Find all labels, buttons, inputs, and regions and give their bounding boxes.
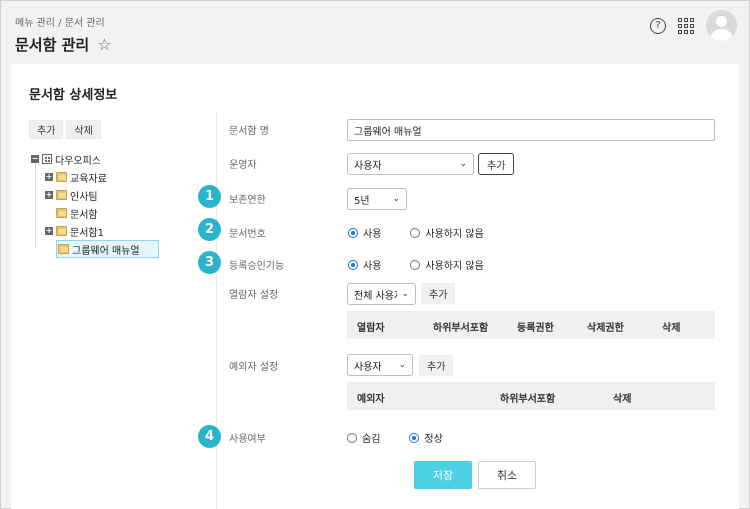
tree-node-label: 그룹웨어 매뉴얼 xyxy=(72,245,140,257)
tree-node-label: 문서함 xyxy=(70,209,98,221)
radio-checked-icon xyxy=(409,432,420,443)
column-header: 예외자 xyxy=(357,394,385,405)
star-icon[interactable]: ☆ xyxy=(97,36,111,53)
radio-label: 정상 xyxy=(424,434,443,445)
step-badge-4: 4 xyxy=(198,425,221,448)
folder-icon xyxy=(56,208,67,218)
panel-divider xyxy=(216,112,217,509)
cancel-button[interactable]: 취소 xyxy=(478,461,536,489)
operator-select[interactable]: 사용자 ⌄ xyxy=(347,153,474,175)
tree-node-docbox[interactable]: 문서함 xyxy=(56,204,98,222)
chevron-down-icon: ⌄ xyxy=(398,360,406,370)
tree-node-root[interactable]: − 다우오피스 xyxy=(31,150,101,168)
doc-number-label: 문서번호 xyxy=(229,229,266,240)
retention-select-value: 5년 xyxy=(354,195,370,207)
chevron-down-icon: ⌄ xyxy=(459,159,467,169)
usage-hidden-radio[interactable]: 숨김 xyxy=(347,430,380,445)
column-header: 하위부서포함 xyxy=(433,323,489,334)
radio-unchecked-icon xyxy=(347,432,357,443)
tree-node-docbox1[interactable]: + 문서함1 xyxy=(45,222,104,240)
save-button[interactable]: 저장 xyxy=(414,461,472,489)
organization-icon xyxy=(42,154,52,164)
radio-label: 사용 xyxy=(363,261,382,272)
viewer-select-value: 전체 사용자 xyxy=(354,290,397,302)
expand-icon[interactable]: + xyxy=(45,191,53,199)
radio-label: 사용하지 않음 xyxy=(425,261,484,272)
tree-node-label: 인사팀 xyxy=(70,191,98,203)
detail-panel: 문서함 상세정보 추가 삭제 − 다우오피스 + 교육자료 + 인사팀 문서함 … xyxy=(11,64,739,509)
column-header: 삭제 xyxy=(613,394,632,405)
folder-icon xyxy=(56,172,67,182)
column-header: 삭제권한 xyxy=(587,323,624,334)
tree-node-label: 문서함1 xyxy=(70,227,104,239)
page-title-text: 문서함 관리 xyxy=(15,36,90,54)
chevron-down-icon: ⌄ xyxy=(392,194,400,204)
retention-label: 보존연한 xyxy=(229,195,266,206)
expand-icon[interactable]: + xyxy=(45,227,53,235)
step-badge-3: 3 xyxy=(198,251,221,274)
exception-table-header: 예외자 하위부서포함 삭제 xyxy=(347,382,715,410)
operator-select-value: 사용자 xyxy=(354,160,382,172)
radio-label: 사용 xyxy=(363,229,382,240)
doc-number-use-radio[interactable]: 사용 xyxy=(348,225,381,240)
name-label: 문서함 명 xyxy=(229,126,269,137)
collapse-icon[interactable]: − xyxy=(31,155,39,163)
exception-label: 예외자 설정 xyxy=(229,362,279,373)
radio-label: 사용하지 않음 xyxy=(425,229,484,240)
tree-node-label: 다우오피스 xyxy=(55,155,101,167)
folder-name-input[interactable]: 그룹웨어 매뉴얼 xyxy=(347,119,715,141)
help-icon[interactable]: ? xyxy=(650,17,666,34)
folder-icon xyxy=(56,226,67,236)
radio-label: 숨김 xyxy=(362,434,381,445)
column-header: 등록권한 xyxy=(517,323,554,334)
avatar[interactable] xyxy=(706,10,737,41)
tree-delete-button[interactable]: 삭제 xyxy=(66,120,101,139)
approval-label: 등록승인기능 xyxy=(229,261,285,272)
tree-node-hr[interactable]: + 인사팀 xyxy=(45,186,98,204)
panel-title: 문서함 상세정보 xyxy=(29,88,118,103)
expand-icon[interactable]: + xyxy=(45,173,53,181)
viewer-add-button[interactable]: 추가 xyxy=(421,283,456,304)
tree-toolbar: 추가 삭제 xyxy=(29,120,101,139)
doc-number-radio-group: 사용 사용하지 않음 xyxy=(348,225,484,240)
app-window: 메뉴 관리 / 문서 관리 문서함 관리 ☆ ? 문서함 상세정보 추가 삭제 … xyxy=(0,0,750,509)
apps-grid-icon[interactable] xyxy=(678,17,694,34)
column-header: 하위부서포함 xyxy=(500,394,556,405)
operator-label: 운영자 xyxy=(229,160,257,171)
retention-select[interactable]: 5년 ⌄ xyxy=(347,188,407,210)
folder-icon xyxy=(58,244,69,254)
approval-radio-group: 사용 사용하지 않음 xyxy=(348,257,484,272)
step-badge-2: 2 xyxy=(198,218,221,241)
exception-add-button[interactable]: 추가 xyxy=(419,355,454,376)
tree-node-label: 교육자료 xyxy=(70,173,107,185)
breadcrumb: 메뉴 관리 / 문서 관리 xyxy=(15,18,105,29)
radio-checked-icon xyxy=(348,259,358,270)
exception-select-value: 사용자 xyxy=(354,361,382,373)
exception-select[interactable]: 사용자 ⌄ xyxy=(347,354,413,376)
radio-unchecked-icon xyxy=(410,227,421,238)
usage-normal-radio[interactable]: 정상 xyxy=(409,430,443,445)
approval-use-radio[interactable]: 사용 xyxy=(348,257,381,272)
tree-connector xyxy=(35,164,36,248)
folder-icon xyxy=(56,190,67,200)
column-header: 삭제 xyxy=(662,323,681,334)
tree-node-education[interactable]: + 교육자료 xyxy=(45,168,107,186)
viewer-table-header: 열람자 하위부서포함 등록권한 삭제권한 삭제 xyxy=(347,311,715,339)
approval-nouse-radio[interactable]: 사용하지 않음 xyxy=(410,257,484,272)
usage-radio-group: 숨김 정상 xyxy=(347,430,443,445)
operator-add-button[interactable]: 추가 xyxy=(478,153,515,175)
tree-add-button[interactable]: 추가 xyxy=(29,120,64,139)
viewer-label: 열람자 설정 xyxy=(229,290,279,301)
tree-node-groupware-manual[interactable]: 그룹웨어 매뉴얼 xyxy=(56,240,159,258)
doc-number-nouse-radio[interactable]: 사용하지 않음 xyxy=(410,225,484,240)
radio-checked-icon xyxy=(348,227,358,238)
viewer-select[interactable]: 전체 사용자 ⌄ xyxy=(347,283,416,305)
top-right-icons: ? xyxy=(650,10,737,41)
radio-unchecked-icon xyxy=(410,259,421,270)
column-header: 열람자 xyxy=(357,323,385,334)
chevron-down-icon: ⌄ xyxy=(401,289,409,299)
step-badge-1: 1 xyxy=(198,185,221,208)
page-title: 문서함 관리 ☆ xyxy=(15,34,112,55)
usage-label: 사용여부 xyxy=(229,434,266,445)
